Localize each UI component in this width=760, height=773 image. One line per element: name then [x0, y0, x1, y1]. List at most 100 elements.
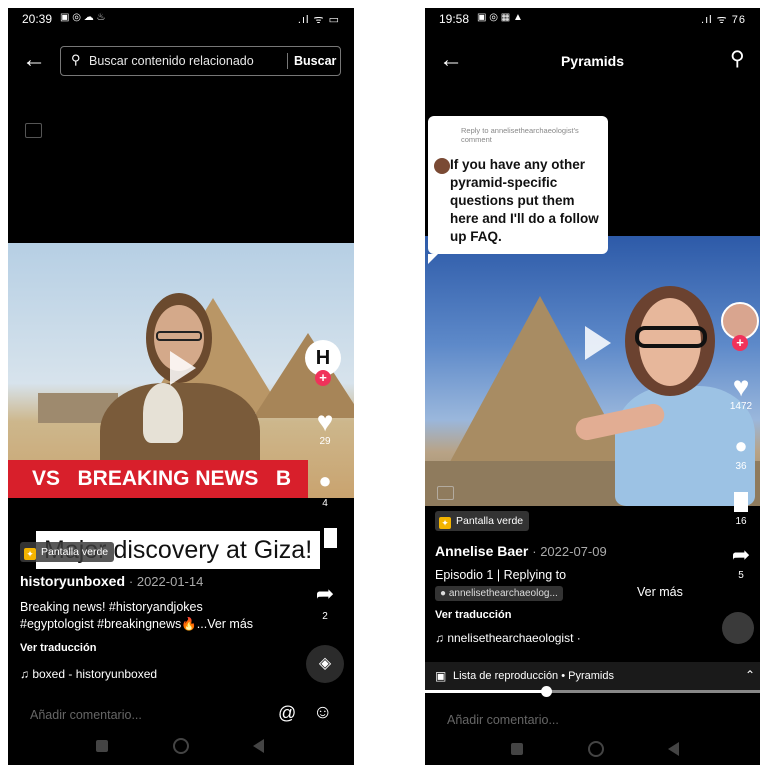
search-input[interactable]: Buscar contenido relacionado: [89, 54, 254, 68]
comment-count: 36: [735, 461, 747, 472]
video-player[interactable]: VS BREAKING NEWS B: [8, 243, 354, 498]
caption-icon[interactable]: [25, 123, 42, 138]
effect-icon: ✦: [439, 517, 451, 529]
share-count: 5: [738, 570, 744, 581]
share-arrow-icon: ➦: [315, 581, 335, 606]
like-button[interactable]: ♥ 1472: [721, 371, 760, 413]
microphone-shape: [143, 383, 183, 443]
search-icon[interactable]: ⚲: [730, 46, 745, 71]
search-button[interactable]: Buscar: [294, 54, 336, 68]
like-button[interactable]: ♥ 29: [308, 406, 342, 448]
share-count: 2: [322, 611, 328, 622]
episode-caption: Episodio 1 | Replying to: [435, 568, 567, 582]
comment-button[interactable]: ● 36: [721, 433, 760, 473]
reply-text: If you have any other pyramid-specific q…: [450, 157, 599, 244]
home-icon[interactable]: [173, 738, 189, 754]
status-signal-wifi-battery: .ıl ᯤ ▭: [297, 14, 340, 26]
commenter-avatar: [434, 158, 450, 174]
emoji-icon[interactable]: ☺: [313, 702, 332, 724]
post-date: · 2022-07-09: [532, 544, 607, 559]
video-player[interactable]: [425, 236, 760, 506]
pyramid-shape: [445, 296, 635, 471]
caption: Breaking news! #historyandjokes #egyptol…: [20, 599, 253, 633]
caption-icon[interactable]: [437, 486, 454, 500]
save-count: 16: [735, 516, 747, 527]
comment-input[interactable]: Añadir comentario...: [447, 713, 559, 727]
sound-icon: ◈: [318, 655, 332, 672]
share-button[interactable]: ➦ 2: [308, 581, 342, 623]
comment-input[interactable]: Añadir comentario...: [30, 708, 142, 722]
share-arrow-icon: ➦: [731, 542, 751, 567]
back-nav-icon[interactable]: [253, 739, 264, 753]
tag-label: Pantalla verde: [41, 546, 109, 558]
search-bar[interactable]: ⚲ Buscar contenido relacionado Buscar: [60, 46, 341, 76]
status-time: 19:58: [439, 12, 470, 26]
glasses-shape: [156, 331, 202, 341]
share-button[interactable]: ➦ 5: [721, 542, 760, 582]
playlist-icon: ▣: [435, 669, 447, 683]
mention-icon[interactable]: @: [278, 703, 296, 724]
playlist-bar[interactable]: ▣ Lista de reproducción • Pyramids ⌃: [425, 662, 760, 690]
recents-icon[interactable]: [511, 743, 523, 755]
search-icon: ⚲: [71, 52, 81, 67]
reply-comment-card[interactable]: Reply to annelisethearchaeologist's comm…: [428, 116, 608, 264]
green-screen-tag[interactable]: ✦ Pantalla verde: [435, 511, 530, 531]
back-nav-icon[interactable]: [668, 742, 679, 756]
progress-knob[interactable]: [540, 686, 552, 697]
green-screen-tag[interactable]: ✦ Pantalla verde: [20, 542, 115, 562]
music-credit[interactable]: ♫ nnelisethearchaeologist ·: [435, 631, 581, 645]
left-phone-screen: 20:39 ▣ ◎ ☁ ♨ .ıl ᯤ ▭ ← ⚲ Buscar conteni…: [8, 8, 354, 765]
comment-button[interactable]: ● 4: [308, 468, 342, 510]
translate-link[interactable]: Ver traducción: [435, 609, 511, 621]
status-time: 20:39: [22, 12, 53, 26]
caption-line[interactable]: #egyptologist #breakingnews🔥...Ver más: [20, 616, 253, 633]
caption-line: Breaking news! #historyandjokes: [20, 600, 203, 614]
translate-link[interactable]: Ver traducción: [20, 642, 96, 654]
heart-icon: ♥: [316, 406, 334, 437]
page-title: Pyramids: [560, 53, 625, 69]
post-date: · 2022-01-14: [128, 574, 204, 589]
music-disc-icon[interactable]: [722, 612, 754, 644]
music-disc-icon[interactable]: ◈: [306, 645, 344, 683]
glasses-shape: [635, 326, 707, 348]
chevron-up-icon[interactable]: ⌃: [745, 668, 755, 682]
username[interactable]: historyunboxed: [20, 573, 125, 589]
back-arrow-icon[interactable]: ←: [22, 48, 46, 72]
more-link[interactable]: Ver más: [637, 585, 683, 599]
recents-icon[interactable]: [96, 740, 108, 752]
music-credit[interactable]: ♫ boxed - historyunboxed: [20, 667, 157, 681]
follow-plus-icon[interactable]: +: [315, 370, 331, 386]
status-bar: 20:39 ▣ ◎ ☁ ♨ .ıl ᯤ ▭: [8, 8, 354, 30]
comment-count: 4: [322, 498, 328, 509]
system-nav-bar: [8, 727, 354, 765]
save-button[interactable]: 16: [721, 492, 760, 527]
status-signal-wifi-battery: .ıl ᯤ 76: [701, 14, 746, 26]
username[interactable]: Annelise Baer: [435, 543, 528, 559]
status-notification-icons: ▣ ◎ ☁ ♨: [60, 12, 106, 23]
play-icon[interactable]: [585, 326, 611, 360]
home-icon[interactable]: [588, 741, 604, 757]
bookmark-icon: [734, 492, 748, 512]
creator-info: Annelise Baer · 2022-07-09: [435, 543, 607, 559]
like-count: 29: [319, 436, 331, 447]
bookmark-icon[interactable]: [324, 528, 337, 548]
follow-plus-icon[interactable]: +: [732, 335, 748, 351]
creator-info: historyunboxed · 2022-01-14: [20, 573, 203, 589]
mention-chip[interactable]: ● annelisethearchaeolog...: [435, 586, 563, 601]
right-phone-screen: 19:58 ▣ ◎ ▦ ▲ .ıl ᯤ 76 ← Pyramids ⚲ Repl…: [425, 8, 760, 765]
play-icon[interactable]: [170, 351, 196, 385]
status-notification-icons: ▣ ◎ ▦ ▲: [477, 12, 523, 23]
like-count: 1472: [729, 401, 753, 412]
progress-fill: [425, 690, 546, 693]
playback-progress[interactable]: [425, 686, 760, 697]
search-divider: [287, 53, 288, 69]
comment-bubble-icon: ●: [318, 468, 332, 493]
reply-meta: Reply to annelisethearchaeologist's comm…: [461, 126, 579, 144]
comment-bubble-icon: ●: [734, 433, 748, 458]
breaking-news-banner: VS BREAKING NEWS B: [8, 460, 308, 498]
tag-label: Pantalla verde: [456, 515, 524, 527]
heart-icon: ♥: [732, 371, 750, 402]
breaking-news-text: VS BREAKING NEWS B: [32, 467, 292, 490]
system-nav-bar: [425, 733, 760, 765]
playlist-label: Lista de reproducción • Pyramids: [453, 670, 614, 682]
